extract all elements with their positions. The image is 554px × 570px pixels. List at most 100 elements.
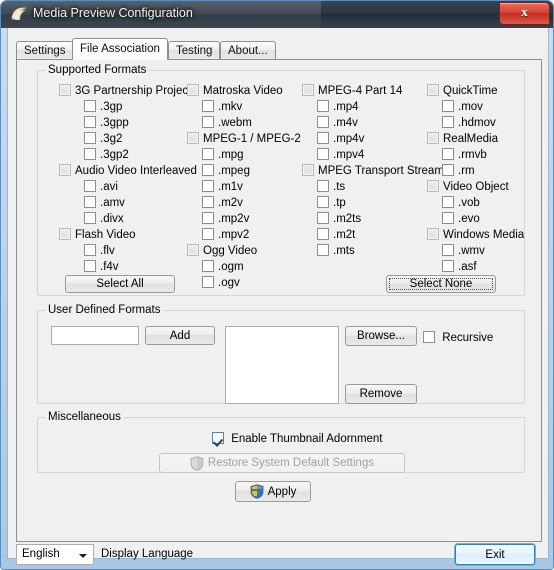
checkbox-audio-video-interleaved[interactable]: Audio Video Interleaved — [59, 164, 197, 178]
checkbox-box — [317, 100, 329, 112]
checkbox-box — [202, 100, 214, 112]
checkbox-divx[interactable]: .divx — [84, 212, 124, 226]
checkbox-tp[interactable]: .tp — [317, 196, 346, 210]
checkbox-box — [442, 260, 454, 272]
app-icon — [11, 7, 27, 20]
close-button[interactable]: x — [499, 2, 550, 25]
checkbox-vob[interactable]: .vob — [442, 196, 480, 210]
tab-about[interactable]: About... — [220, 41, 276, 59]
checkbox-recursive[interactable]: Recursive — [423, 331, 493, 345]
checkbox-box — [317, 180, 329, 192]
checkbox-m2t[interactable]: .m2t — [317, 228, 355, 242]
checkbox-box — [427, 228, 439, 240]
checkbox-quicktime[interactable]: QuickTime — [427, 84, 498, 98]
checkbox-enable-thumbnail-adornment[interactable]: Enable Thumbnail Adornment — [212, 432, 383, 446]
checkbox-box — [442, 100, 454, 112]
remove-button[interactable]: Remove — [345, 384, 417, 404]
checkbox-box — [212, 432, 224, 444]
checkbox-asf[interactable]: .asf — [442, 260, 477, 274]
checkbox-mts[interactable]: .mts — [317, 244, 355, 258]
checkbox-webm[interactable]: .webm — [202, 116, 252, 130]
client-area: Settings File Association Testing About.… — [7, 28, 549, 565]
checkbox-box — [442, 164, 454, 176]
language-select[interactable]: English — [16, 544, 94, 565]
exit-button[interactable]: Exit — [455, 544, 535, 565]
user-formats-listbox[interactable] — [225, 326, 339, 404]
checkbox-mpv4[interactable]: .mpv4 — [317, 148, 364, 162]
checkbox-mpv2[interactable]: .mpv2 — [202, 228, 249, 242]
checkbox-f4v[interactable]: .f4v — [84, 260, 119, 274]
checkbox-evo[interactable]: .evo — [442, 212, 480, 226]
checkbox-m2ts[interactable]: .m2ts — [317, 212, 361, 226]
checkbox-box — [59, 84, 71, 96]
tab-settings[interactable]: Settings — [16, 41, 74, 59]
checkbox-box — [317, 228, 329, 240]
user-format-input[interactable] — [51, 326, 139, 345]
checkbox-box — [442, 196, 454, 208]
checkbox-rmvb[interactable]: .rmvb — [442, 148, 487, 162]
miscellaneous-group: Miscellaneous Enable Thumbnail Adornment… — [37, 411, 525, 473]
checkbox-mp4[interactable]: .mp4 — [317, 100, 359, 114]
checkbox-mpg[interactable]: .mpg — [202, 148, 244, 162]
add-button[interactable]: Add — [145, 326, 215, 345]
checkbox-box — [202, 180, 214, 192]
checkbox-rm[interactable]: .rm — [442, 164, 475, 178]
checkbox-3g2[interactable]: .3g2 — [84, 132, 122, 146]
checkbox-matroska-video[interactable]: Matroska Video — [187, 84, 283, 98]
remove-label: Remove — [359, 388, 403, 400]
checkbox-box — [84, 100, 96, 112]
select-none-button[interactable]: Select None — [386, 275, 496, 293]
user-defined-formats-group: User Defined Formats Add Browse... Recur… — [37, 304, 525, 404]
checkbox-3gp[interactable]: .3gp — [84, 100, 122, 114]
checkbox-hdmov[interactable]: .hdmov — [442, 116, 496, 130]
checkbox-mpeg4-part-14[interactable]: MPEG-4 Part 14 — [302, 84, 402, 98]
thumbnail-label: Enable Thumbnail Adornment — [231, 433, 383, 445]
browse-label: Browse... — [357, 330, 405, 342]
checkbox-box — [84, 148, 96, 160]
checkbox-mpeg1-mpeg2[interactable]: MPEG-1 / MPEG-2 — [187, 132, 301, 146]
supported-formats-legend: Supported Formats — [45, 64, 150, 76]
checkbox-m4v[interactable]: .m4v — [317, 116, 358, 130]
checkbox-box — [442, 148, 454, 160]
checkbox-wmv[interactable]: .wmv — [442, 244, 485, 258]
apply-label: Apply — [267, 485, 297, 498]
checkbox-mpeg-transport-stream[interactable]: MPEG Transport Stream — [302, 164, 444, 178]
checkbox-box — [442, 244, 454, 256]
checkbox-box — [202, 228, 214, 240]
checkbox-mp2v[interactable]: .mp2v — [202, 212, 249, 226]
browse-button[interactable]: Browse... — [345, 326, 417, 346]
select-all-label: Select All — [96, 278, 144, 290]
checkbox-m1v[interactable]: .m1v — [202, 180, 243, 194]
checkbox-mkv[interactable]: .mkv — [202, 100, 242, 114]
title-bar: Media Preview Configuration x — [1, 1, 553, 28]
checkbox-ogm[interactable]: .ogm — [202, 260, 244, 274]
checkbox-avi[interactable]: .avi — [84, 180, 118, 194]
apply-button[interactable]: Apply — [235, 481, 311, 502]
checkbox-flash-video[interactable]: Flash Video — [59, 228, 136, 242]
checkbox-ogg-video[interactable]: Ogg Video — [187, 244, 257, 258]
checkbox-flv[interactable]: .flv — [84, 244, 115, 258]
checkbox-3gpp[interactable]: .3gpp — [84, 116, 129, 130]
checkbox-box — [202, 212, 214, 224]
checkbox-ts[interactable]: .ts — [317, 180, 345, 194]
restore-defaults-button[interactable]: Restore System Default Settings — [159, 453, 405, 473]
checkbox-mpeg[interactable]: .mpeg — [202, 164, 250, 178]
checkbox-box — [317, 116, 329, 128]
checkbox-video-object[interactable]: Video Object — [427, 180, 509, 194]
checkbox-3gp2[interactable]: .3gp2 — [84, 148, 129, 162]
checkbox-m2v[interactable]: .m2v — [202, 196, 243, 210]
checkbox-windows-media[interactable]: Windows Media — [427, 228, 524, 242]
checkbox-box — [423, 331, 435, 343]
shield-icon — [250, 484, 263, 499]
checkbox-3g-partnership-project[interactable]: 3G Partnership Project — [59, 84, 191, 98]
checkbox-mov[interactable]: .mov — [442, 100, 483, 114]
tab-file-association[interactable]: File Association — [72, 38, 168, 60]
checkbox-amv[interactable]: .amv — [84, 196, 125, 210]
checkbox-box — [187, 132, 199, 144]
tab-testing[interactable]: Testing — [168, 41, 221, 59]
checkbox-realmedia[interactable]: RealMedia — [427, 132, 498, 146]
checkbox-box — [84, 212, 96, 224]
checkbox-ogv[interactable]: .ogv — [202, 276, 240, 290]
checkbox-mp4v[interactable]: .mp4v — [317, 132, 364, 146]
select-all-button[interactable]: Select All — [65, 275, 175, 293]
